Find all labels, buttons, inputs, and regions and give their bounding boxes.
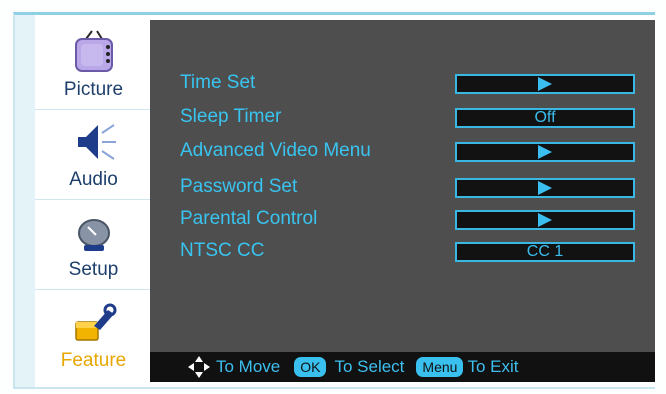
menu-row-password-set[interactable]: Password Set [180, 176, 635, 202]
menu-row-value-box[interactable] [455, 210, 635, 230]
menu-row-ntsc-cc[interactable]: NTSC CC CC 1 [180, 240, 635, 266]
menu-row-label: Password Set [180, 176, 298, 197]
menu-row-sleep-timer[interactable]: Sleep Timer Off [180, 106, 635, 132]
tv-icon [74, 30, 113, 72]
menu-row-value-box[interactable] [455, 178, 635, 198]
menu-row-label: Sleep Timer [180, 106, 282, 127]
sidebar-item-label: Picture [63, 79, 124, 100]
menu-row-value-box[interactable]: CC 1 [455, 242, 635, 262]
menu-row-label: NTSC CC [180, 240, 265, 261]
arrow-right-icon [538, 77, 552, 91]
speaker-icon [77, 124, 116, 160]
sidebar-item-label: Audio [69, 169, 118, 190]
left-gutter [15, 15, 35, 387]
four-way-arrows-icon [188, 356, 210, 378]
sidebar-item-setup[interactable]: Setup [35, 200, 152, 290]
menu-row-value: Off [534, 109, 556, 126]
tools-icon [74, 303, 116, 341]
sidebar-item-audio[interactable]: Audio [35, 110, 152, 200]
help-footer: To Move OK To Select Menu To Exit [150, 352, 655, 382]
osd-frame: Picture Audio Setup Feature Time Set Sle… [13, 12, 655, 389]
menu-row-value-box[interactable] [455, 142, 635, 162]
menu-row-value-box[interactable] [455, 74, 635, 94]
select-hint: To Select [334, 357, 405, 376]
sidebar-item-picture[interactable]: Picture [35, 20, 152, 110]
ok-key-badge: OK [294, 357, 327, 377]
menu-key-badge: Menu [416, 357, 464, 377]
menu-row-label: Time Set [180, 72, 256, 93]
arrow-right-icon [538, 213, 552, 227]
arrow-right-icon [538, 145, 552, 159]
exit-hint: To Exit [467, 357, 519, 376]
menu-row-advanced-video-menu[interactable]: Advanced Video Menu [180, 140, 635, 166]
menu-row-label: Advanced Video Menu [180, 140, 371, 161]
menu-row-parental-control[interactable]: Parental Control [180, 208, 635, 234]
sidebar-item-feature[interactable]: Feature [35, 290, 152, 380]
menu-row-label: Parental Control [180, 208, 318, 229]
move-hint: To Move [216, 357, 281, 376]
menu-row-value: CC 1 [526, 243, 564, 260]
sidebar-item-label: Setup [68, 259, 119, 280]
menu-row-value-box[interactable]: Off [455, 108, 635, 128]
sidebar-item-label: Feature [60, 350, 127, 371]
sidebar: Picture Audio Setup Feature [35, 20, 152, 382]
menu-panel: Time Set Sleep Timer Off Advanced Video … [150, 20, 655, 382]
menu-row-time-set[interactable]: Time Set [180, 72, 635, 98]
satellite-dish-icon [77, 219, 110, 251]
arrow-right-icon [538, 181, 552, 195]
